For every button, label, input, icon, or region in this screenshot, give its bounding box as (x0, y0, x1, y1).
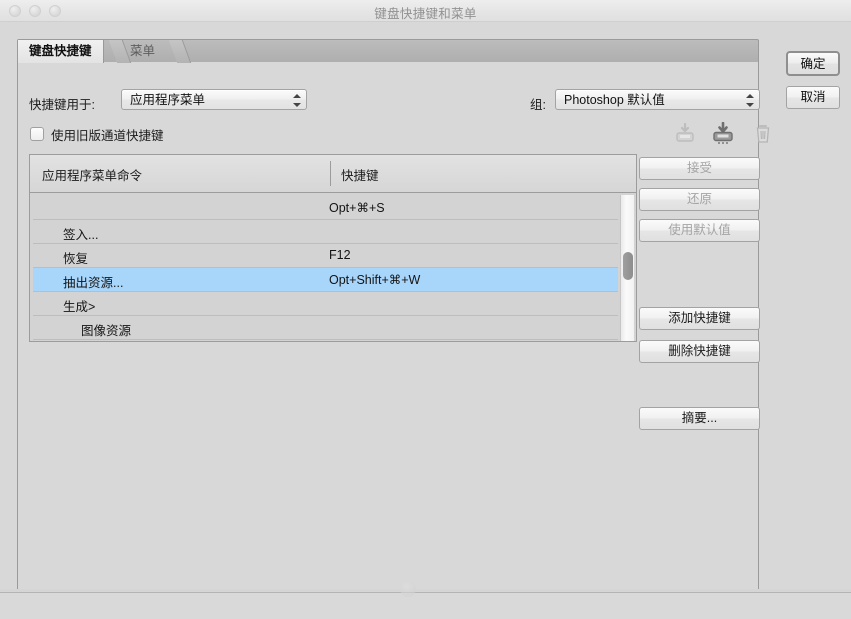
accept-button[interactable]: 接受 (639, 157, 760, 180)
scrollbar-thumb[interactable] (623, 252, 633, 280)
shortcuts-list[interactable]: Opt+⌘+S 签入... 恢复 F12 抽出资源... Opt+Shift+⌘+W 生成>… (29, 192, 637, 342)
chevron-updown-icon (746, 93, 754, 108)
shortcuts-for-select[interactable]: 应用程序菜单 (121, 89, 307, 110)
save-set-as-icon[interactable] (672, 122, 698, 146)
tab-slant-decor-2 (169, 40, 191, 63)
undo-button[interactable]: 还原 (639, 188, 760, 211)
delete-set-icon[interactable] (750, 122, 776, 146)
chevron-updown-icon (293, 93, 301, 108)
row-command: 签入... (63, 224, 98, 243)
use-defaults-button[interactable]: 使用默认值 (639, 219, 760, 242)
tab-keyboard-shortcuts[interactable]: 键盘快捷键 (18, 40, 104, 63)
table-row[interactable]: 签入... (33, 220, 618, 244)
row-shortcut: F12 (329, 248, 351, 262)
set-select[interactable]: Photoshop 默认值 (555, 89, 760, 110)
row-shortcut: Opt+Shift+⌘+W (329, 272, 420, 287)
resize-handle-icon[interactable] (400, 581, 416, 597)
legacy-channel-shortcuts-checkbox[interactable] (30, 127, 44, 141)
row-command: 抽出资源... (63, 272, 123, 291)
set-label: 组: (530, 94, 546, 113)
summary-button[interactable]: 摘要... (639, 407, 760, 430)
table-row[interactable]: 恢复 F12 (33, 244, 618, 268)
column-header-shortcut: 快捷键 (341, 165, 379, 184)
list-vertical-scrollbar[interactable] (620, 195, 634, 341)
window-body: 键盘快捷键 菜单 快捷键用于: 应用程序菜单 组: Photoshop 默认值 … (0, 22, 851, 592)
table-row[interactable]: 生成> (33, 292, 618, 316)
legacy-channel-shortcuts-label: 使用旧版通道快捷键 (51, 125, 164, 144)
table-row[interactable]: 存储为 Web 所用格式...Opt+Shift+⌘+S (33, 340, 618, 342)
table-row[interactable]: 图像资源 (33, 316, 618, 340)
set-actions-toolbar (658, 122, 760, 146)
row-command: 图像资源 (81, 320, 131, 339)
table-row[interactable]: Opt+⌘+S (33, 196, 618, 220)
shortcuts-for-value: 应用程序菜单 (130, 90, 205, 110)
table-row[interactable]: 抽出资源... Opt+Shift+⌘+W (33, 268, 618, 292)
set-value: Photoshop 默认值 (564, 90, 665, 110)
keyboard-shortcuts-dialog: 键盘快捷键和菜单 键盘快捷键 菜单 快捷键用于: 应用程序菜单 组: Photo… (0, 0, 851, 619)
column-divider (330, 161, 331, 186)
cancel-button[interactable]: 取消 (786, 86, 840, 109)
tab-bar: 键盘快捷键 菜单 (17, 39, 759, 63)
list-header: 应用程序菜单命令 快捷键 (29, 154, 637, 192)
delete-shortcut-button[interactable]: 删除快捷键 (639, 340, 760, 363)
shortcuts-list-rows: Opt+⌘+S 签入... 恢复 F12 抽出资源... Opt+Shift+⌘+W 生成>… (33, 196, 618, 342)
window-bottom-bar (0, 592, 851, 619)
ok-button[interactable]: 确定 (786, 51, 840, 76)
row-command: 恢复 (63, 248, 88, 267)
window-title: 键盘快捷键和菜单 (0, 3, 851, 22)
tab-menus[interactable]: 菜单 (119, 40, 166, 63)
add-shortcut-button[interactable]: 添加快捷键 (639, 307, 760, 330)
shortcuts-panel: 快捷键用于: 应用程序菜单 组: Photoshop 默认值 使用旧版通道快捷键 (17, 62, 759, 614)
window-titlebar: 键盘快捷键和菜单 (0, 0, 851, 22)
column-header-command: 应用程序菜单命令 (42, 165, 142, 184)
row-shortcut: Opt+⌘+S (329, 200, 385, 215)
shortcuts-for-label: 快捷键用于: (29, 94, 95, 113)
save-set-icon[interactable] (710, 122, 736, 146)
row-command: 生成> (63, 296, 95, 315)
